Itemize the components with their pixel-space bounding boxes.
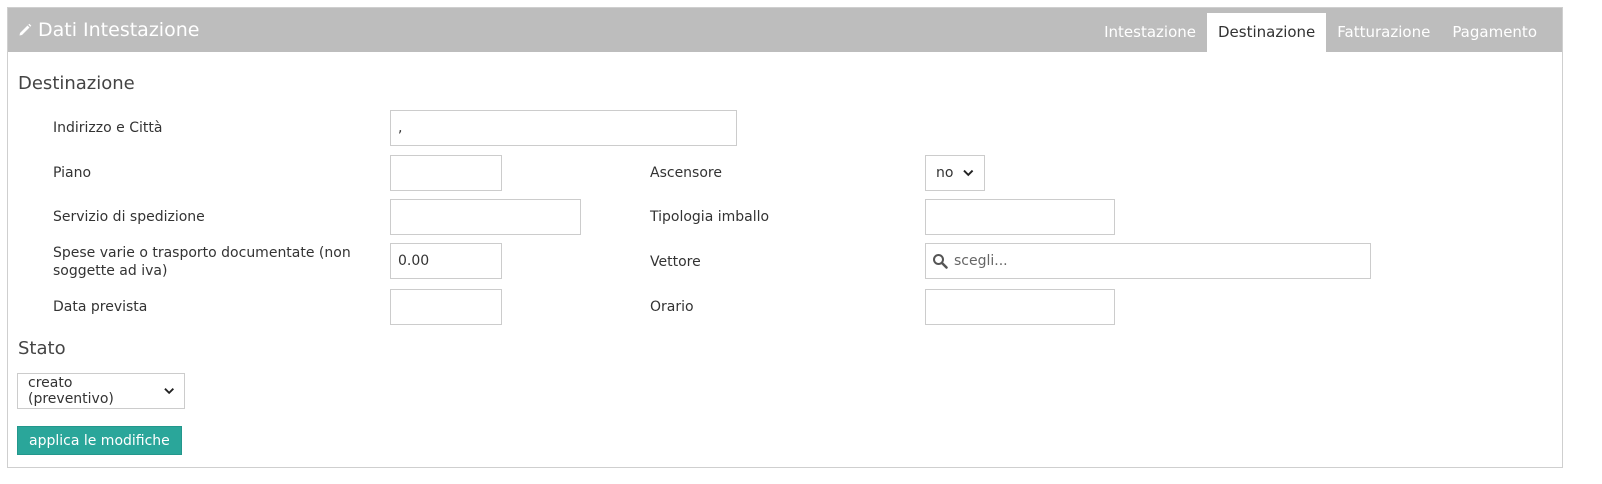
ascensore-select[interactable]: no [925,155,985,191]
ascensore-label: Ascensore [650,165,722,181]
piano-input[interactable] [390,155,502,191]
tab-bar: Intestazione Destinazione Fatturazione P… [1093,13,1548,52]
section-title-stato: Stato [18,338,66,359]
vettore-input[interactable] [954,253,1354,269]
data-prevista-input[interactable] [390,289,502,325]
panel-header: Dati Intestazione Intestazione Destinazi… [8,8,1562,52]
chevron-down-icon [164,388,174,395]
spese-input[interactable] [390,243,502,279]
apply-changes-button[interactable]: applica le modifiche [17,426,182,455]
tipologia-input[interactable] [925,199,1115,235]
search-icon [933,254,948,269]
panel-title: Dati Intestazione [18,8,199,52]
orario-label: Orario [650,299,694,315]
tipologia-label: Tipologia imballo [650,209,770,225]
orario-input[interactable] [925,289,1115,325]
pencil-icon [19,23,32,36]
tab-intestazione[interactable]: Intestazione [1093,13,1207,52]
ascensore-selected-value: no [936,165,954,181]
spese-label: Spese varie o trasporto documentate (non… [53,245,351,279]
panel-title-text: Dati Intestazione [38,19,200,41]
stato-select[interactable]: creato (preventivo) [17,373,185,409]
piano-label: Piano [53,165,92,181]
tab-pagamento[interactable]: Pagamento [1441,13,1548,52]
dati-intestazione-panel: Dati Intestazione Intestazione Destinazi… [7,7,1563,468]
section-title-destinazione: Destinazione [18,73,135,94]
indirizzo-input[interactable] [390,110,737,146]
servizio-label: Servizio di spedizione [53,209,205,225]
vettore-search[interactable] [925,243,1371,279]
data-prevista-label: Data prevista [53,299,148,315]
indirizzo-label: Indirizzo e Città [53,120,163,136]
tab-fatturazione[interactable]: Fatturazione [1326,13,1441,52]
vettore-label: Vettore [650,254,701,270]
chevron-down-icon [963,169,974,177]
servizio-input[interactable] [390,199,581,235]
tab-destinazione[interactable]: Destinazione [1206,13,1327,52]
stato-selected-value: creato (preventivo) [28,375,114,407]
